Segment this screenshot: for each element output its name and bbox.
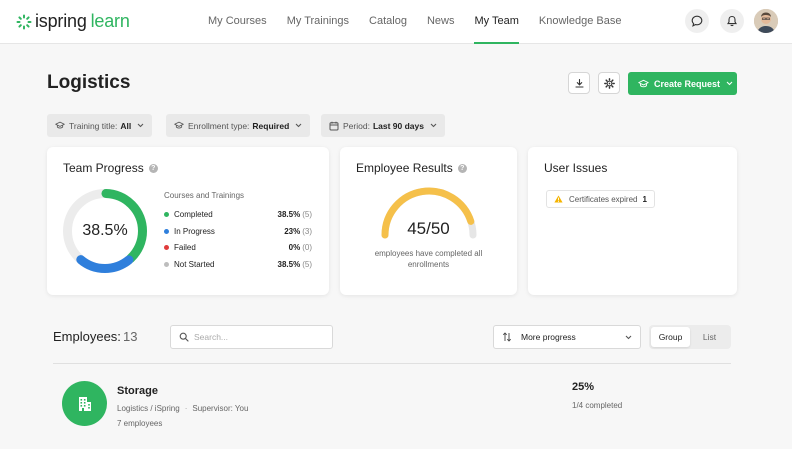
filter-value: Last 90 days <box>372 120 424 131</box>
nav-my-team[interactable]: My Team <box>464 0 528 44</box>
filter-label: Training title: <box>69 120 118 131</box>
settings-button[interactable] <box>598 72 620 94</box>
team-progress-title: Team Progress <box>63 161 144 175</box>
search-icon <box>179 332 189 342</box>
group-progress-pct: 25% <box>572 381 595 393</box>
nav-news[interactable]: News <box>417 0 465 44</box>
legend-pct: 0% <box>288 243 301 252</box>
sort-dropdown[interactable]: More progress <box>493 325 641 349</box>
legend-title: Courses and Trainings <box>164 191 245 200</box>
chat-icon <box>691 15 703 27</box>
legend-pct: 23% <box>284 227 301 236</box>
chevron-down-icon <box>625 335 632 339</box>
group-path: Logistics / iSpring · Supervisor: You <box>117 404 249 413</box>
chevron-down-icon <box>430 123 437 128</box>
employee-results-value: 45/50 <box>407 219 450 238</box>
ispring-logo-icon <box>16 14 32 29</box>
nav-knowledge-base[interactable]: Knowledge Base <box>529 0 632 44</box>
chevron-down-icon <box>295 123 302 128</box>
chevron-down-icon <box>137 123 144 128</box>
employee-results-title: Employee Results <box>356 161 453 175</box>
legend-label: Not Started <box>174 260 215 269</box>
team-progress-value: 38.5% <box>82 222 128 239</box>
ispring-learn-logo[interactable]: ispring learn <box>16 11 130 32</box>
group-employee-count: 7 employees <box>117 419 163 428</box>
sort-label: More progress <box>521 332 576 342</box>
chat-button[interactable] <box>685 9 709 33</box>
main-nav: My Courses My Trainings Catalog News My … <box>198 0 631 44</box>
user-issues-title: User Issues <box>544 161 608 175</box>
create-request-button[interactable]: Create Request <box>628 72 737 95</box>
user-issues-card: User Issues Certificates expired 1 <box>528 147 737 295</box>
status-dot <box>164 245 169 250</box>
download-button[interactable] <box>568 72 590 94</box>
group-name[interactable]: Storage <box>117 385 158 397</box>
logo-text-ispring: ispring <box>35 11 87 31</box>
info-icon[interactable]: ? <box>148 163 158 173</box>
bell-icon <box>727 15 737 27</box>
issue-label: Certificates expired <box>569 194 638 204</box>
sort-icon <box>502 332 512 342</box>
graduation-cap-icon <box>55 121 65 129</box>
legend-row-failed: Failed 0% (0) <box>164 243 312 252</box>
employee-results-caption: employees have completed all enrollments <box>374 249 483 269</box>
status-dot <box>164 262 169 267</box>
group-supervisor: Supervisor: You <box>192 404 249 413</box>
calendar-icon <box>329 121 339 130</box>
nav-catalog[interactable]: Catalog <box>359 0 417 44</box>
legend-label: In Progress <box>174 227 215 236</box>
user-avatar[interactable] <box>754 9 778 33</box>
filter-label: Enrollment type: <box>188 120 250 131</box>
filter-enrollment-type[interactable]: Enrollment type: Required <box>166 114 311 137</box>
legend-pct: 38.5% <box>277 260 301 269</box>
filter-period[interactable]: Period: Last 90 days <box>321 114 445 137</box>
chevron-down-icon <box>726 81 733 86</box>
legend-row-not-started: Not Started 38.5% (5) <box>164 260 312 269</box>
divider <box>53 363 731 364</box>
info-icon[interactable]: ? <box>457 163 467 173</box>
status-dot <box>164 212 169 217</box>
filter-training-title[interactable]: Training title: All <box>47 114 153 137</box>
graduation-cap-icon <box>174 121 184 129</box>
top-navigation-bar: ispring learn My Courses My Trainings Cat… <box>0 0 792 44</box>
nav-my-trainings[interactable]: My Trainings <box>277 0 359 44</box>
issue-count: 1 <box>642 194 647 204</box>
filter-value: Required <box>252 120 290 131</box>
building-icon <box>78 396 91 411</box>
gear-icon <box>603 77 615 89</box>
avatar-icon <box>754 9 778 33</box>
team-progress-card: Team Progress ? 38.5% Courses and Traini… <box>47 147 329 295</box>
employees-title: Employees: <box>53 329 121 344</box>
download-icon <box>574 78 584 88</box>
view-group-button[interactable]: Group <box>651 327 690 347</box>
legend-row-in-progress: In Progress 23% (3) <box>164 227 312 236</box>
logo-text-learn: learn <box>90 11 130 31</box>
view-list-button[interactable]: List <box>690 327 729 347</box>
legend-label: Completed <box>174 210 213 219</box>
page-title: Logistics <box>47 72 131 93</box>
filter-label: Period: <box>343 120 370 131</box>
certificates-expired-badge[interactable]: Certificates expired 1 <box>546 190 655 208</box>
legend-count: (0) <box>302 243 312 252</box>
nav-my-courses[interactable]: My Courses <box>198 0 277 44</box>
view-toggle: Group List <box>649 325 731 349</box>
filter-value: All <box>120 120 132 131</box>
legend-pct: 38.5% <box>277 210 301 219</box>
notifications-button[interactable] <box>720 9 744 33</box>
create-request-label: Create Request <box>654 78 721 89</box>
search-input[interactable] <box>194 332 324 342</box>
legend-row-completed: Completed 38.5% (5) <box>164 210 312 219</box>
group-completed: 1/4 completed <box>572 401 623 410</box>
graduation-cap-icon <box>638 79 649 87</box>
status-dot <box>164 229 169 234</box>
legend-count: (5) <box>302 210 312 219</box>
legend-count: (5) <box>302 260 312 269</box>
search-box[interactable] <box>170 325 333 349</box>
legend-count: (3) <box>302 227 312 236</box>
legend-label: Failed <box>174 243 196 252</box>
group-avatar[interactable] <box>62 381 107 426</box>
warning-icon <box>554 195 563 203</box>
employee-results-card: Employee Results ? 45/50 employees have … <box>340 147 517 295</box>
employees-count: 13 <box>123 329 138 344</box>
